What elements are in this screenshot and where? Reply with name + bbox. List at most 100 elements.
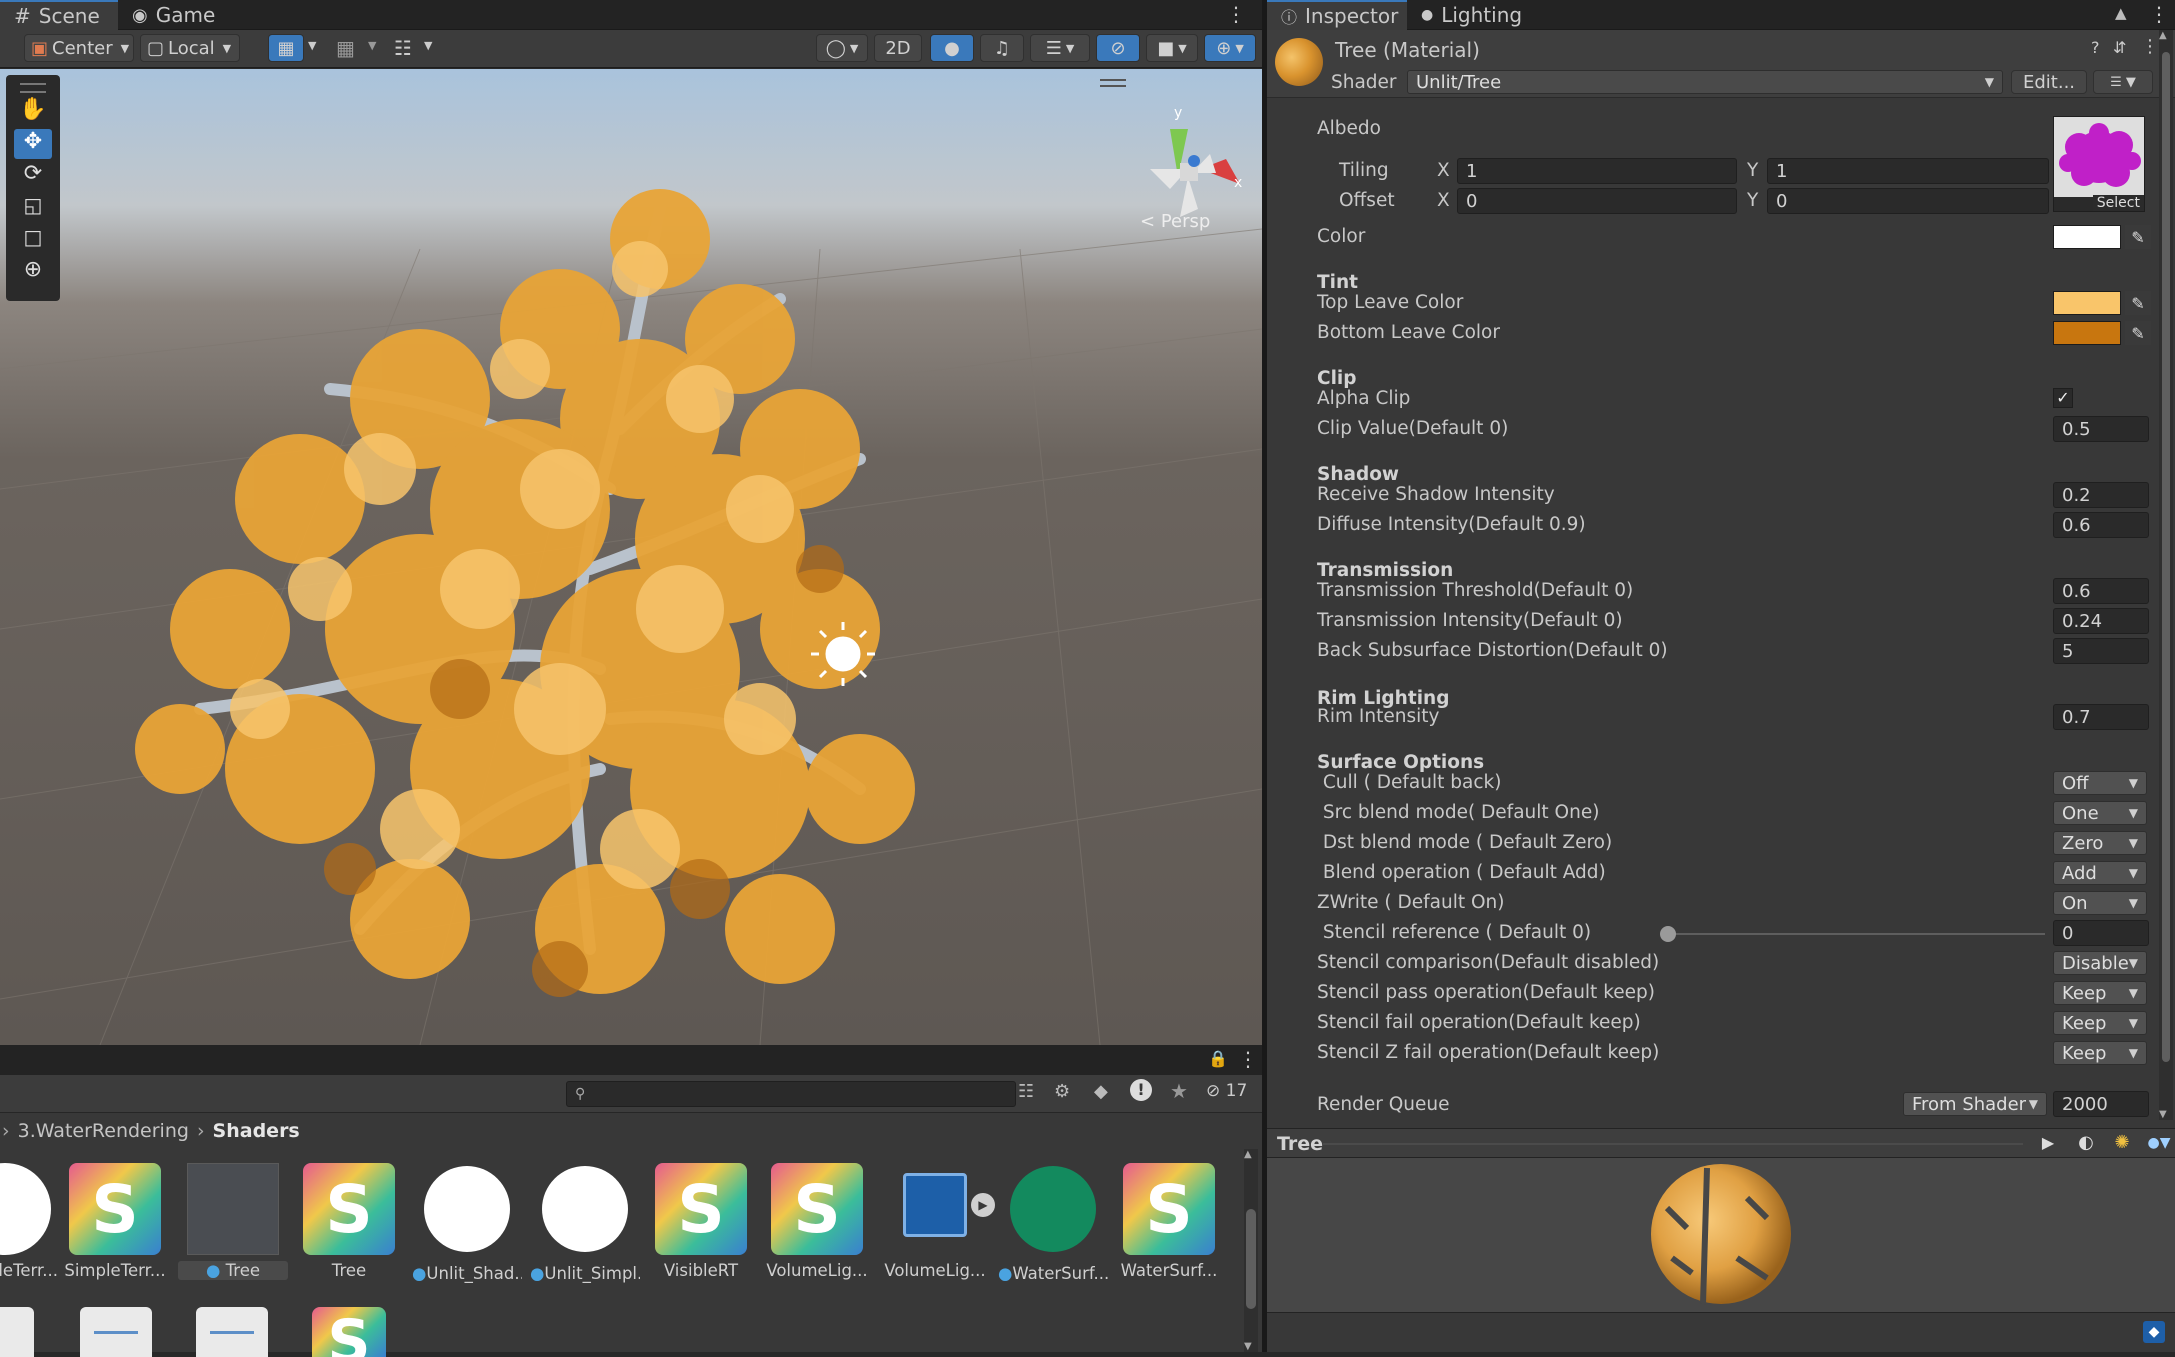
audio-toggle-icon[interactable]: ♫ bbox=[980, 34, 1024, 62]
asset-item[interactable]: ●WaterSurf... bbox=[998, 1163, 1108, 1283]
albedo-texture-slot[interactable]: Select bbox=[2053, 116, 2145, 212]
orientation-gizmo[interactable]: y x bbox=[1130, 99, 1250, 219]
preview-mesh-icon[interactable]: ◐ bbox=[2071, 1131, 2101, 1155]
diffuse-intensity-field[interactable]: 0.6 bbox=[2053, 512, 2149, 538]
overlay-menu-icon[interactable] bbox=[1100, 79, 1126, 87]
offset-y-field[interactable]: 0 bbox=[1767, 188, 2049, 214]
tag-icon[interactable]: ◆ bbox=[1094, 1081, 1108, 1102]
draw-mode-button[interactable]: ◯ ▼ bbox=[816, 34, 868, 62]
offset-x-field[interactable]: 0 bbox=[1457, 188, 1737, 214]
asset-item[interactable]: S Tree bbox=[294, 1163, 404, 1280]
clip-value-field[interactable]: 0.5 bbox=[2053, 416, 2149, 442]
tab-lighting[interactable]: ● Lighting bbox=[1407, 0, 1537, 30]
cull-dropdown[interactable]: Off ▼ bbox=[2053, 771, 2147, 795]
hand-tool-icon[interactable]: ✋ bbox=[14, 97, 52, 127]
hidden-objects-icon[interactable]: ⊘ bbox=[1096, 34, 1140, 62]
eyedropper-icon[interactable]: ✎ bbox=[2125, 291, 2151, 315]
tab-inspector[interactable]: ⓘ Inspector bbox=[1267, 0, 1407, 30]
stencil-fail-dropdown[interactable]: Keep ▼ bbox=[2053, 1011, 2147, 1035]
more-menu-icon[interactable]: ⋮ bbox=[1238, 1047, 1258, 1071]
rim-intensity-field[interactable]: 0.7 bbox=[2053, 704, 2149, 730]
more-menu-icon[interactable]: ⋮ bbox=[1226, 2, 1246, 26]
asset-item[interactable]: S VisibleRT bbox=[646, 1163, 756, 1280]
color-swatch[interactable] bbox=[2053, 225, 2121, 249]
persp-toggle[interactable]: < Persp bbox=[1140, 211, 1210, 232]
texture-select-button[interactable]: Select bbox=[2092, 195, 2144, 211]
tab-game[interactable]: ◉ Game bbox=[118, 0, 228, 30]
effects-toggle-icon[interactable]: ☰ ▼ bbox=[1030, 34, 1090, 62]
bottom-leave-color-swatch[interactable] bbox=[2053, 321, 2121, 345]
more-menu-icon[interactable]: ⋮ bbox=[2141, 36, 2159, 57]
render-queue-dropdown[interactable]: From Shader ▼ bbox=[1903, 1092, 2047, 1116]
eyedropper-icon[interactable]: ✎ bbox=[2125, 225, 2151, 249]
asset-item[interactable] bbox=[0, 1307, 34, 1357]
alpha-clip-checkbox[interactable]: ✓ bbox=[2053, 388, 2073, 408]
chevron-down-icon[interactable]: ▼ bbox=[368, 39, 376, 52]
preview-light-icon[interactable]: ✺ bbox=[2107, 1131, 2137, 1155]
zwrite-dropdown[interactable]: On ▼ bbox=[2053, 891, 2147, 915]
transmission-threshold-field[interactable]: 0.6 bbox=[2053, 578, 2149, 604]
search-by-type-icon[interactable]: ☷ bbox=[1018, 1081, 1034, 1102]
asset-item-selected[interactable]: ● Tree bbox=[178, 1163, 288, 1280]
breadcrumb-item-waterrendering[interactable]: 3.WaterRendering bbox=[18, 1120, 189, 1142]
tiling-y-field[interactable]: 1 bbox=[1767, 158, 2049, 184]
render-queue-field[interactable]: 2000 bbox=[2053, 1091, 2149, 1117]
pivot-dropdown[interactable]: ▣ Center ▼ bbox=[24, 34, 134, 62]
gizmos-icon[interactable]: ⊕ ▼ bbox=[1204, 34, 1256, 62]
space-dropdown[interactable]: ▢ Local ▼ bbox=[140, 34, 240, 62]
favorite-star-icon[interactable]: ★ bbox=[1170, 1079, 1188, 1103]
preview-viewport[interactable] bbox=[1267, 1158, 2175, 1312]
toggle-2d-button[interactable]: 2D bbox=[874, 34, 922, 62]
receive-shadow-field[interactable]: 0.2 bbox=[2053, 482, 2149, 508]
preview-resize-handle[interactable] bbox=[1323, 1143, 2023, 1145]
shader-dropdown[interactable]: Unlit/Tree ▼ bbox=[1407, 70, 2003, 94]
lighting-toggle-icon[interactable]: ● bbox=[930, 34, 974, 62]
asset-item[interactable]: S VolumeLig... bbox=[762, 1163, 872, 1280]
tiling-x-field[interactable]: 1 bbox=[1457, 158, 1737, 184]
asset-item[interactable]: ▶ VolumeLig... bbox=[880, 1163, 995, 1280]
slider-handle[interactable] bbox=[1660, 926, 1676, 942]
inspector-scrollbar[interactable]: ▲ ▼ bbox=[2159, 30, 2173, 1120]
stencil-pass-dropdown[interactable]: Keep ▼ bbox=[2053, 981, 2147, 1005]
project-scrollbar[interactable]: ▲ ▼ bbox=[1244, 1149, 1258, 1352]
stencil-comparison-dropdown[interactable]: Disable ▼ bbox=[2053, 951, 2147, 975]
more-menu-icon[interactable]: ⋮ bbox=[2149, 2, 2169, 26]
edit-shader-button[interactable]: Edit... bbox=[2011, 70, 2087, 94]
asset-item[interactable]: S WaterSurf... bbox=[1114, 1163, 1224, 1280]
rotate-tool-icon[interactable]: ⟳ bbox=[14, 161, 52, 191]
tab-scene[interactable]: # Scene bbox=[0, 0, 118, 30]
src-blend-dropdown[interactable]: One ▼ bbox=[2053, 801, 2147, 825]
breadcrumb-item-shaders[interactable]: Shaders bbox=[213, 1120, 300, 1142]
asset-item[interactable]: leTerr... bbox=[0, 1163, 60, 1280]
play-icon[interactable]: ▶ bbox=[971, 1193, 995, 1217]
script-icon[interactable] bbox=[196, 1307, 268, 1357]
subsurface-distortion-field[interactable]: 5 bbox=[2053, 638, 2149, 664]
shader-options-button[interactable]: ☰ ▼ bbox=[2093, 70, 2153, 94]
lock-icon[interactable]: ▲ bbox=[2115, 4, 2127, 22]
asset-label-tag-icon[interactable]: ◆ bbox=[2143, 1321, 2165, 1343]
chevron-down-icon[interactable]: ▼ bbox=[424, 39, 432, 52]
top-leave-color-swatch[interactable] bbox=[2053, 291, 2121, 315]
drag-handle-icon[interactable] bbox=[20, 83, 46, 93]
asset-item[interactable]: ●Unlit_Shad... bbox=[412, 1163, 522, 1283]
scene-viewport[interactable]: ✋ ✥ ⟳ ◱ □ ⊕ y x < Persp bbox=[0, 69, 1262, 1045]
play-icon[interactable]: ▶ bbox=[2033, 1131, 2063, 1155]
asset-item[interactable]: S SimpleTerr... bbox=[60, 1163, 170, 1280]
chevron-down-icon[interactable]: ▼ bbox=[308, 39, 316, 52]
help-icon[interactable]: ? bbox=[2091, 38, 2100, 57]
stencil-ref-slider[interactable] bbox=[1660, 926, 2045, 942]
stencil-zfail-dropdown[interactable]: Keep ▼ bbox=[2053, 1041, 2147, 1065]
transmission-intensity-field[interactable]: 0.24 bbox=[2053, 608, 2149, 634]
camera-settings-icon[interactable]: ■ ▼ bbox=[1146, 34, 1198, 62]
transform-tool-icon[interactable]: ⊕ bbox=[14, 257, 52, 287]
project-search-input[interactable]: ⚲ bbox=[566, 1081, 1016, 1107]
script-icon[interactable] bbox=[80, 1307, 152, 1357]
dst-blend-dropdown[interactable]: Zero ▼ bbox=[2053, 831, 2147, 855]
search-by-label-icon[interactable]: ⚙ bbox=[1054, 1081, 1070, 1102]
eyedropper-icon[interactable]: ✎ bbox=[2125, 321, 2151, 345]
scale-tool-icon[interactable]: ◱ bbox=[14, 193, 52, 223]
preview-sphere-dropdown[interactable]: ●▼ bbox=[2143, 1131, 2175, 1155]
lock-icon[interactable]: 🔒 bbox=[1208, 1049, 1228, 1068]
asset-item[interactable]: ●Unlit_Simpl... bbox=[530, 1163, 640, 1283]
hidden-packages-toggle[interactable]: ⊘ 17 bbox=[1206, 1081, 1247, 1101]
